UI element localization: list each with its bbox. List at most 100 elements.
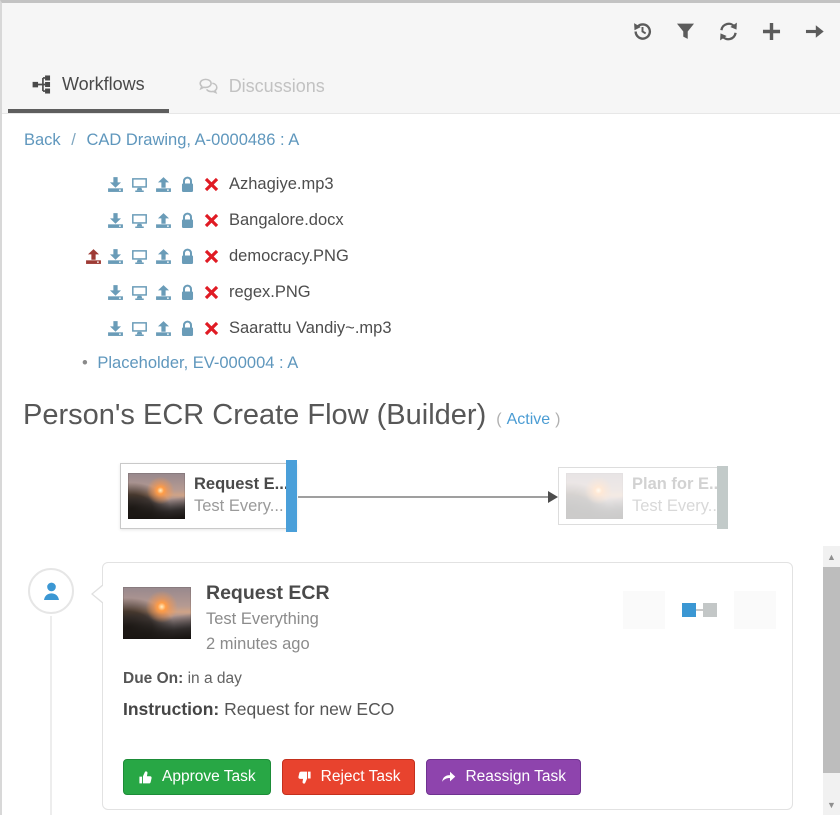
avatar [28, 568, 74, 614]
workflow-node-plan-ecr[interactable]: Plan for E... Test Every... [558, 467, 728, 525]
node-subtitle: Test Every... [194, 496, 288, 518]
reject-task-label: Reject Task [321, 768, 401, 786]
node-thumbnail [128, 473, 185, 519]
sitemap-icon [32, 75, 51, 94]
reject-task-button[interactable]: Reject Task [282, 759, 416, 795]
scroll-up-arrow-icon[interactable]: ▲ [823, 549, 840, 564]
checkin-icon[interactable] [85, 248, 102, 265]
approve-task-label: Approve Task [162, 768, 256, 786]
desktop-icon[interactable] [131, 320, 148, 337]
upload-icon[interactable] [155, 284, 172, 301]
remove-icon[interactable] [203, 248, 220, 265]
flow-title-row: Person's ECR Create Flow (Builder) (Acti… [23, 399, 840, 432]
upload-icon[interactable] [155, 320, 172, 337]
due-row: Due On: in a day [123, 670, 772, 688]
go-forward-icon[interactable] [804, 21, 825, 42]
refresh-icon[interactable] [718, 21, 739, 42]
node-text: Request E... Test Every... [194, 474, 288, 518]
desktop-icon[interactable] [131, 248, 148, 265]
comments-icon [199, 77, 218, 96]
remove-icon[interactable] [203, 212, 220, 229]
file-name: regex.PNG [229, 283, 311, 302]
file-list: Azhagiye.mp3 Bangalore.docx democracy.PN… [2, 166, 840, 346]
instruction-row: Instruction: Request for new ECO [123, 699, 772, 720]
task-title: Request ECR [206, 582, 330, 605]
node-connector-line [298, 496, 549, 498]
file-row: regex.PNG [2, 274, 840, 310]
due-value: in a day [188, 670, 242, 687]
upload-icon[interactable] [155, 212, 172, 229]
breadcrumb: Back / CAD Drawing, A-0000486 : A [24, 131, 840, 150]
remove-icon[interactable] [203, 176, 220, 193]
download-icon[interactable] [107, 320, 124, 337]
bullet: • [82, 354, 88, 372]
lock-icon[interactable] [179, 320, 196, 337]
reassign-task-button[interactable]: Reassign Task [426, 759, 581, 795]
status-badge: ( Active) [496, 411, 560, 429]
node-pending-bar [717, 466, 728, 529]
task-actions: Approve Task Reject Task Reassign Task [123, 759, 581, 795]
connector-arrowhead-icon [548, 491, 558, 503]
instruction-value: Request for new ECO [224, 699, 394, 719]
download-icon[interactable] [107, 176, 124, 193]
lock-icon[interactable] [179, 248, 196, 265]
file-actions [107, 248, 220, 265]
task-thumbnail [123, 587, 191, 639]
file-name: Azhagiye.mp3 [229, 175, 334, 194]
task-head-text: Request ECR Test Everything 2 minutes ag… [206, 581, 330, 654]
desktop-icon[interactable] [131, 212, 148, 229]
breadcrumb-current-link[interactable]: CAD Drawing, A-0000486 : A [86, 131, 299, 149]
download-icon[interactable] [107, 248, 124, 265]
status-close-paren: ) [555, 411, 560, 428]
workflow-node-request-ecr[interactable]: Request E... Test Every... [120, 463, 297, 529]
desktop-icon[interactable] [131, 176, 148, 193]
filter-icon[interactable] [675, 21, 696, 42]
file-row: democracy.PNG [2, 238, 840, 274]
task-section: Request ECR Test Everything 2 minutes ag… [2, 562, 840, 815]
reassign-task-label: Reassign Task [465, 768, 566, 786]
lock-icon[interactable] [179, 284, 196, 301]
placeholder-link[interactable]: Placeholder, EV-000004 : A [97, 354, 298, 372]
remove-icon[interactable] [203, 320, 220, 337]
node-active-bar [286, 460, 297, 532]
lock-icon[interactable] [179, 212, 196, 229]
workflow-panel: Workflows Discussions Back / CAD Drawing… [0, 0, 840, 815]
tab-workflows[interactable]: Workflows [8, 60, 169, 113]
status-active-label: Active [507, 411, 551, 428]
thumbs-down-icon [297, 770, 312, 785]
vertical-scrollbar[interactable]: ▲ ▼ [823, 546, 840, 815]
file-name: Saarattu Vandiy~.mp3 [229, 319, 392, 338]
upload-icon[interactable] [155, 248, 172, 265]
breadcrumb-separator: / [71, 131, 76, 149]
task-timestamp: 2 minutes ago [206, 635, 330, 654]
mini-fade-block [623, 591, 665, 629]
download-icon[interactable] [107, 284, 124, 301]
scroll-down-arrow-icon[interactable]: ▼ [823, 797, 840, 812]
forward-arrow-icon [441, 770, 456, 785]
file-name: democracy.PNG [229, 247, 349, 266]
status-open-paren: ( [496, 411, 501, 428]
remove-icon[interactable] [203, 284, 220, 301]
lock-icon[interactable] [179, 176, 196, 193]
file-row: Azhagiye.mp3 [2, 166, 840, 202]
file-actions [107, 284, 220, 301]
timeline-line [50, 616, 52, 815]
placeholder-row: • Placeholder, EV-000004 : A [82, 354, 840, 373]
add-icon[interactable] [761, 21, 782, 42]
breadcrumb-back-link[interactable]: Back [24, 131, 61, 149]
node-title: Plan for E... [632, 474, 723, 496]
download-icon[interactable] [107, 212, 124, 229]
workflow-diagram: Request E... Test Every... Plan for E...… [2, 458, 840, 562]
approve-task-button[interactable]: Approve Task [123, 759, 271, 795]
tab-workflows-label: Workflows [62, 74, 145, 95]
scrollbar-thumb[interactable] [823, 567, 840, 773]
file-row: Saarattu Vandiy~.mp3 [2, 310, 840, 346]
history-icon[interactable] [632, 21, 653, 42]
tab-discussions[interactable]: Discussions [177, 60, 347, 113]
task-card-header: Request ECR Test Everything 2 minutes ag… [123, 581, 772, 654]
node-subtitle: Test Every... [632, 496, 723, 518]
desktop-icon[interactable] [131, 284, 148, 301]
mini-fade-block [734, 591, 776, 629]
upload-icon[interactable] [155, 176, 172, 193]
file-actions [107, 212, 220, 229]
